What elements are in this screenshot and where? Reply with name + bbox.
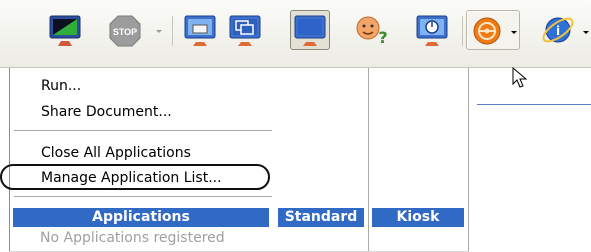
- svg-text:?: ?: [378, 28, 387, 47]
- monitor-icon: [294, 15, 326, 46]
- toolbar-separator: [172, 16, 173, 46]
- applications-header[interactable]: Applications: [13, 208, 269, 227]
- browser-dropdown-arrow[interactable]: [583, 31, 589, 34]
- toolbar-separator: [462, 16, 463, 46]
- windows-icon: [229, 15, 261, 46]
- help-user-button[interactable]: ?: [352, 10, 392, 50]
- monitor-screen-button[interactable]: [45, 10, 85, 50]
- monitor-lock-button[interactable]: [180, 10, 220, 50]
- monitor-power-icon: [416, 15, 448, 46]
- menu-item-run[interactable]: Run...: [41, 76, 81, 96]
- menu-separator: [14, 196, 272, 197]
- toolbar: STOP ? i: [0, 0, 591, 68]
- stop-dropdown-arrow[interactable]: [156, 30, 162, 33]
- steering-wheel-icon: [473, 17, 501, 45]
- stop-icon: STOP: [109, 15, 141, 47]
- browser-globe-button[interactable]: i: [538, 10, 578, 50]
- stop-icon-label: STOP: [113, 27, 137, 37]
- steering-wheel-button[interactable]: [466, 10, 520, 50]
- browser-globe-icon: i: [542, 17, 574, 43]
- svg-text:i: i: [556, 24, 560, 38]
- kiosk-header[interactable]: Kiosk: [372, 208, 464, 227]
- table-right-edge: [468, 68, 469, 252]
- standard-header[interactable]: Standard: [278, 208, 364, 227]
- steering-wheel-dropdown-arrow[interactable]: [511, 31, 517, 34]
- monitor-power-button[interactable]: [412, 10, 452, 50]
- menu-item-close-all-applications[interactable]: Close All Applications: [41, 143, 191, 163]
- highlight-oval: [0, 164, 270, 190]
- empty-applications-text: No Applications registered: [40, 230, 225, 246]
- content-divider: [477, 104, 591, 105]
- monitor-lock-icon: [184, 15, 216, 46]
- menu-separator: [14, 130, 272, 131]
- stop-button[interactable]: STOP: [105, 10, 145, 50]
- windows-button[interactable]: [225, 10, 265, 50]
- help-user-icon: ?: [356, 16, 388, 47]
- monitor-button[interactable]: [290, 10, 330, 50]
- monitor-screen-icon: [49, 15, 81, 46]
- menu-item-share-document[interactable]: Share Document...: [41, 102, 172, 122]
- kiosk-column: [368, 68, 369, 252]
- mouse-cursor-icon: [512, 67, 528, 88]
